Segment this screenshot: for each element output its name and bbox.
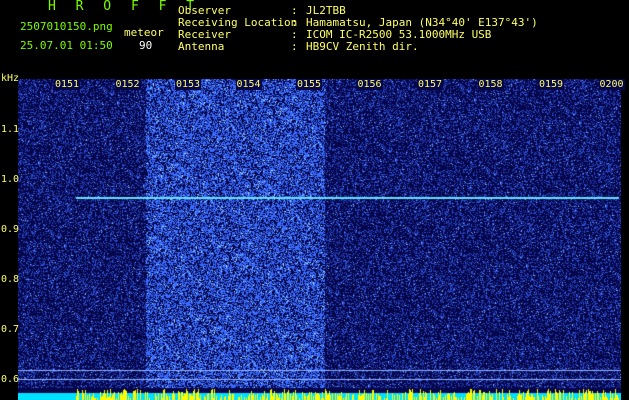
freq-unit-label: kHz [1, 73, 20, 84]
time-tick-label: 0155 [296, 79, 323, 90]
time-tick-label: 0156 [356, 79, 383, 90]
antenna-value: HB9CV Zenith dir. [306, 40, 419, 53]
timestamp: 25.07.01 01:50 [20, 39, 113, 52]
file-name: 2507010150.png [20, 20, 113, 33]
time-tick-label: 0158 [477, 79, 504, 90]
freq-tick-label: 0.8 [1, 274, 20, 285]
freq-tick-label: 1.1 [1, 124, 20, 135]
freq-tick-label: 0.9 [1, 224, 20, 235]
time-tick-label: 0200 [598, 79, 625, 90]
freq-tick-label: 1.0 [1, 174, 20, 185]
freq-tick-label: 0.7 [1, 324, 20, 335]
antenna-label: Antenna [178, 40, 225, 53]
time-tick-label: 0153 [175, 79, 202, 90]
time-tick-label: 0154 [235, 79, 262, 90]
time-tick-label: 0157 [417, 79, 444, 90]
time-tick-label: 0151 [54, 79, 81, 90]
meteor-count: 90 [139, 39, 153, 52]
time-tick-label: 0159 [538, 79, 565, 90]
meteor-label: meteor [124, 26, 164, 39]
freq-tick-label: 0.6 [1, 374, 20, 385]
spectrogram [18, 79, 621, 400]
time-tick-label: 0152 [114, 79, 141, 90]
separator: : [291, 40, 298, 53]
